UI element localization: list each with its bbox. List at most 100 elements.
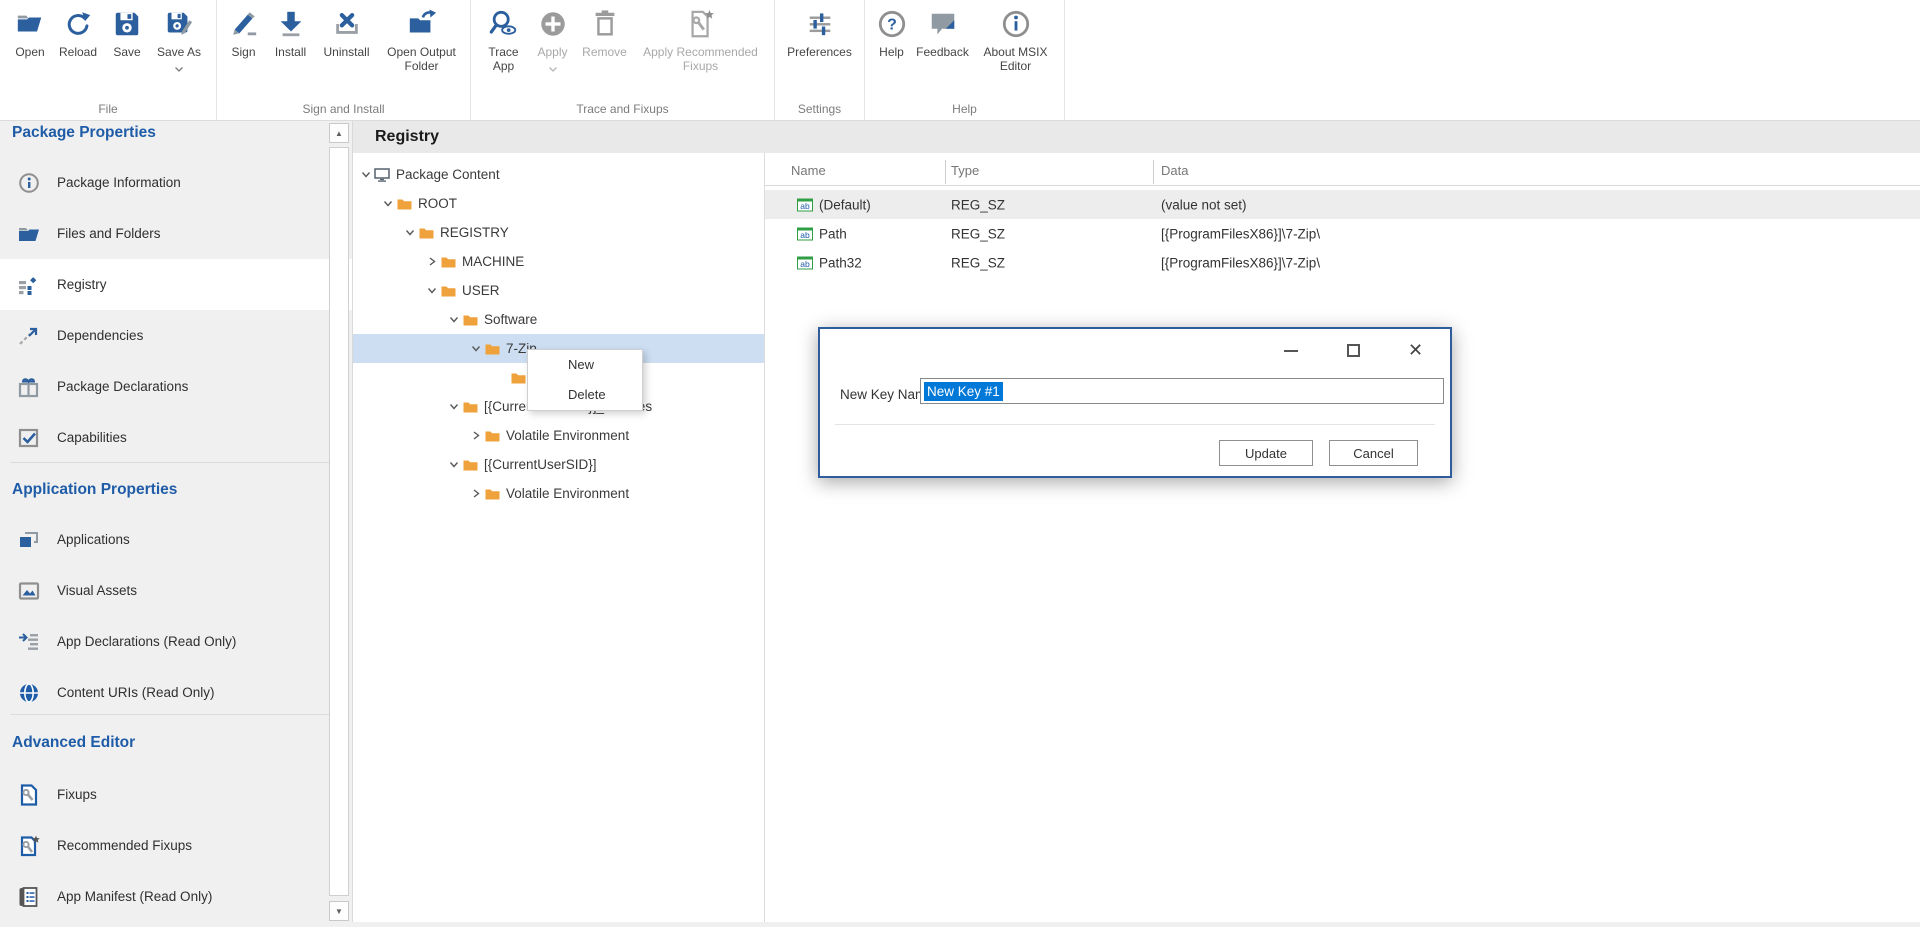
sidebar-item-dependencies[interactable]: Dependencies <box>0 310 352 361</box>
about-msix-editor-button[interactable]: About MSIX Editor <box>974 7 1058 73</box>
column-header-type[interactable]: Type <box>951 163 979 178</box>
uninstall-button[interactable]: Uninstall <box>316 7 378 59</box>
update-button[interactable]: Update <box>1219 440 1313 466</box>
minimize-icon[interactable] <box>1284 350 1298 352</box>
sidebar-item-applications[interactable]: Applications <box>0 514 352 565</box>
context-menu-item-new[interactable]: New <box>528 350 642 380</box>
table-header: Name Type Data <box>765 158 1920 186</box>
sidebar-item-package-declarations[interactable]: Package Declarations <box>0 361 352 412</box>
save-as-button[interactable]: Save As <box>150 7 208 75</box>
chevron-down-icon <box>175 61 183 75</box>
table-row[interactable]: ab Path REG_SZ [{ProgramFilesX86}]\7-Zip… <box>765 219 1920 248</box>
registry-values-panel: Name Type Data ab (Default) REG_SZ (valu… <box>765 153 1920 922</box>
sidebar-item-package-information[interactable]: Package Information <box>0 157 352 208</box>
install-button[interactable]: Install <box>266 7 316 59</box>
chevron-right-icon[interactable] <box>469 431 483 440</box>
chevron-down-icon[interactable] <box>469 344 483 353</box>
section-header-package-properties: Package Properties <box>12 121 156 145</box>
feedback-button[interactable]: Feedback <box>912 7 974 59</box>
tree-item-root[interactable]: ROOT <box>353 189 764 218</box>
sidebar-item-app-manifest[interactable]: App Manifest (Read Only) <box>0 871 352 922</box>
tree-item-currentusersid[interactable]: [{CurrentUserSID}] <box>353 450 764 479</box>
value-data: (value not set) <box>1161 197 1247 212</box>
sidebar-item-fixups[interactable]: Fixups <box>0 769 352 820</box>
sidebar-item-capabilities[interactable]: Capabilities <box>0 412 352 463</box>
globe-icon <box>17 682 41 704</box>
tree-item-label: Software <box>484 312 537 327</box>
tree-item-package-content[interactable]: Package Content <box>353 160 764 189</box>
tree-item-volatile-environment[interactable]: Volatile Environment <box>353 479 764 508</box>
group-label-file: File <box>0 102 216 116</box>
table-row[interactable]: ab Path32 REG_SZ [{ProgramFilesX86}]\7-Z… <box>765 248 1920 277</box>
trace-app-label: Trace App <box>478 45 530 73</box>
apply-label: Apply <box>537 45 567 59</box>
sidebar-item-recommended-fixups[interactable]: Recommended Fixups <box>0 820 352 871</box>
sidebar-item-label: Capabilities <box>57 430 127 445</box>
chevron-down-icon[interactable] <box>425 286 439 295</box>
table-row[interactable]: ab (Default) REG_SZ (value not set) <box>765 190 1920 219</box>
about-msix-editor-label: About MSIX Editor <box>974 45 1058 73</box>
close-icon[interactable]: ✕ <box>1408 340 1423 360</box>
tree-item-machine[interactable]: MACHINE <box>353 247 764 276</box>
column-header-name[interactable]: Name <box>791 163 826 178</box>
column-header-data[interactable]: Data <box>1161 163 1188 178</box>
dependencies-arrow-icon <box>17 325 41 347</box>
tree-item-registry[interactable]: REGISTRY <box>353 218 764 247</box>
sidebar-item-label: Dependencies <box>57 328 143 343</box>
trace-app-button[interactable]: Trace App <box>478 7 530 73</box>
group-label-settings: Settings <box>775 102 864 116</box>
value-name: Path <box>819 226 847 241</box>
value-name: (Default) <box>819 197 871 212</box>
sidebar-item-registry[interactable]: Registry <box>0 259 352 310</box>
chevron-down-icon[interactable] <box>359 170 373 179</box>
scrollbar-thumb[interactable] <box>329 147 349 896</box>
chevron-down-icon[interactable] <box>447 402 461 411</box>
manifest-scroll-icon <box>17 886 41 908</box>
chevron-right-icon[interactable] <box>425 257 439 266</box>
sidebar-item-label: Files and Folders <box>57 226 161 241</box>
sidebar-item-app-declarations[interactable]: App Declarations (Read Only) <box>0 616 352 667</box>
apply-button[interactable]: Apply <box>530 7 576 75</box>
tree-item-software[interactable]: Software <box>353 305 764 334</box>
preferences-button[interactable]: Preferences <box>778 7 862 59</box>
recommended-fixups-icon <box>686 7 716 41</box>
apply-recommended-fixups-button[interactable]: Apply Recommended Fixups <box>634 7 768 73</box>
chevron-down-icon[interactable] <box>381 199 395 208</box>
reload-label: Reload <box>59 45 97 59</box>
chevron-right-icon[interactable] <box>469 489 483 498</box>
maximize-icon[interactable] <box>1347 344 1360 357</box>
sign-button[interactable]: Sign <box>222 7 266 59</box>
chevron-down-icon[interactable] <box>447 315 461 324</box>
chevron-down-icon[interactable] <box>447 460 461 469</box>
preferences-label: Preferences <box>787 45 852 59</box>
chevron-down-icon[interactable] <box>403 228 417 237</box>
sidebar-scrollbar[interactable]: ▲ ▼ <box>329 121 352 927</box>
sidebar-item-label: Applications <box>57 532 130 547</box>
scroll-down-button[interactable]: ▼ <box>329 901 349 921</box>
uninstall-label: Uninstall <box>323 45 369 59</box>
sidebar-item-files-and-folders[interactable]: Files and Folders <box>0 208 352 259</box>
sidebar-item-label: Content URIs (Read Only) <box>57 685 215 700</box>
open-label: Open <box>15 45 44 59</box>
open-output-folder-button[interactable]: Open Output Folder <box>378 7 466 73</box>
new-key-name-input[interactable]: New Key #1 <box>920 378 1444 404</box>
cancel-button[interactable]: Cancel <box>1329 440 1418 466</box>
sign-pencil-icon <box>229 7 259 41</box>
sidebar-item-content-uris[interactable]: Content URIs (Read Only) <box>0 667 352 718</box>
reload-button[interactable]: Reload <box>52 7 104 59</box>
remove-button[interactable]: Remove <box>576 7 634 59</box>
help-button[interactable]: ? Help <box>872 7 912 59</box>
ribbon-group-help: ? Help Feedback About MSIX Editor Help <box>865 0 1065 120</box>
registry-icon <box>17 274 41 296</box>
save-button[interactable]: Save <box>104 7 150 59</box>
info-circle-icon <box>1001 7 1031 41</box>
sidebar-item-visual-assets[interactable]: Visual Assets <box>0 565 352 616</box>
tree-item-user[interactable]: USER <box>353 276 764 305</box>
column-separator[interactable] <box>945 160 946 184</box>
open-button[interactable]: Open <box>8 7 52 59</box>
tree-item-label: USER <box>462 283 500 298</box>
column-separator[interactable] <box>1153 160 1154 184</box>
scroll-up-button[interactable]: ▲ <box>329 123 349 143</box>
tree-item-volatile-environment[interactable]: Volatile Environment <box>353 421 764 450</box>
context-menu-item-delete[interactable]: Delete <box>528 380 642 410</box>
